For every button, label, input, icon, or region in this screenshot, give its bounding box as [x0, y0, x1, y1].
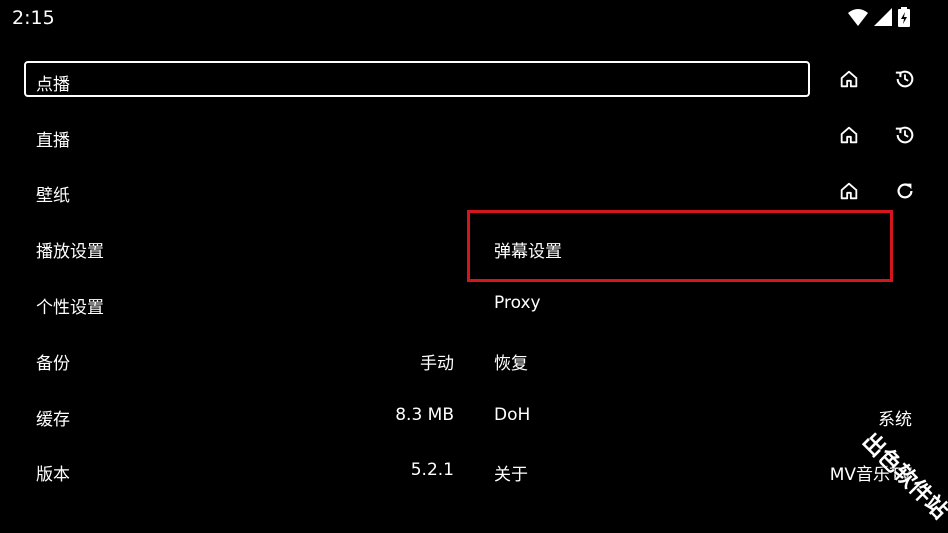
- vod-history-button[interactable]: [892, 66, 918, 92]
- wallpaper-label: 壁纸: [36, 186, 70, 206]
- restore-item[interactable]: 恢复: [494, 349, 528, 374]
- playback-settings-item[interactable]: 播放设置: [36, 237, 104, 262]
- status-time: 2:15: [12, 7, 55, 29]
- refresh-icon: [897, 183, 913, 199]
- proxy-item[interactable]: Proxy: [494, 293, 541, 313]
- version-value: 5.2.1: [410, 460, 454, 480]
- wallpaper-menu-item[interactable]: 壁纸: [24, 172, 824, 210]
- wifi-icon: [848, 9, 868, 26]
- vod-home-button[interactable]: [836, 66, 862, 92]
- vod-label: 点播: [36, 75, 70, 95]
- home-icon: [840, 70, 858, 88]
- highlight-box: [467, 210, 893, 282]
- history-icon: [895, 126, 914, 144]
- about-item[interactable]: 关于: [494, 460, 528, 485]
- version-item[interactable]: 版本: [36, 460, 70, 485]
- wallpaper-refresh-button[interactable]: [892, 178, 918, 204]
- home-icon: [840, 126, 858, 144]
- doh-value: 系统: [878, 410, 912, 430]
- cache-item[interactable]: 缓存: [36, 405, 70, 430]
- live-history-button[interactable]: [892, 122, 918, 148]
- personal-settings-item[interactable]: 个性设置: [36, 293, 104, 318]
- live-home-button[interactable]: [836, 122, 862, 148]
- wallpaper-home-button[interactable]: [836, 178, 862, 204]
- status-icons: [848, 7, 910, 27]
- backup-item[interactable]: 备份: [36, 349, 70, 374]
- history-icon: [895, 70, 914, 88]
- live-menu-item[interactable]: 直播: [24, 117, 824, 155]
- backup-value: 手动: [420, 354, 454, 374]
- live-label: 直播: [36, 131, 70, 151]
- signal-icon: [874, 8, 892, 26]
- battery-charging-icon: [898, 7, 910, 27]
- cache-value: 8.3 MB: [395, 405, 454, 425]
- vod-menu-item[interactable]: 点播: [24, 61, 810, 97]
- doh-item[interactable]: DoH: [494, 405, 530, 425]
- home-icon: [840, 182, 858, 200]
